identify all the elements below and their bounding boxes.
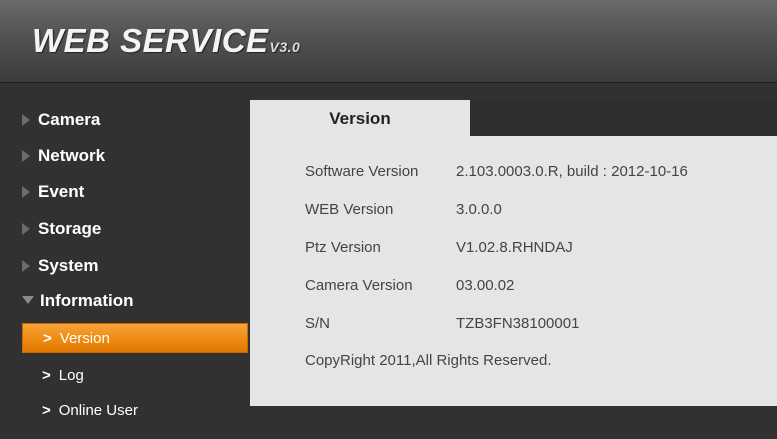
logo-version: V3.0	[269, 39, 301, 55]
triangle-right-icon	[22, 222, 30, 235]
sidebar-item-system[interactable]: System	[22, 252, 242, 280]
triangle-right-icon	[22, 259, 30, 272]
info-value: 03.00.02	[456, 277, 515, 294]
info-row-camera-version: Camera Version 03.00.02	[305, 277, 514, 294]
sidebar-item-label: Information	[40, 291, 134, 310]
info-row-serial-number: S/N TZB3FN38100001	[305, 315, 579, 332]
sidebar-subitem-version[interactable]: > Version	[22, 323, 248, 353]
info-value: 2.103.0003.0.R, build : 2012-10-16	[456, 163, 688, 180]
sidebar-subitem-online-user[interactable]: > Online User	[22, 396, 248, 426]
info-row-ptz-version: Ptz Version V1.02.8.RHNDAJ	[305, 239, 573, 256]
sidebar-item-event[interactable]: Event	[22, 178, 242, 206]
info-value: V1.02.8.RHNDAJ	[456, 239, 573, 256]
info-value: 3.0.0.0	[456, 201, 502, 218]
triangle-down-icon	[22, 295, 34, 304]
chevron-right-icon: >	[42, 367, 51, 384]
sidebar-item-label: Storage	[38, 219, 102, 238]
tab-version[interactable]: Version	[250, 100, 470, 136]
triangle-right-icon	[22, 185, 30, 198]
info-row-software-version: Software Version 2.103.0003.0.R, build :…	[305, 163, 688, 180]
info-label: WEB Version	[305, 201, 394, 218]
tab-bar	[470, 100, 777, 136]
header-bar: WEB SERVICEV3.0	[0, 0, 777, 83]
logo-text: WEB SERVICE	[32, 22, 269, 59]
sidebar-item-label: Event	[38, 182, 85, 201]
app-logo: WEB SERVICEV3.0	[32, 22, 300, 60]
triangle-right-icon	[22, 149, 30, 162]
copyright-text: CopyRight 2011,All Rights Reserved.	[305, 352, 552, 369]
info-label: Ptz Version	[305, 239, 381, 256]
info-row-web-version: WEB Version 3.0.0.0	[305, 201, 502, 218]
sidebar-item-camera[interactable]: Camera	[22, 106, 242, 134]
info-value: TZB3FN38100001	[456, 315, 580, 332]
sidebar-subitem-label: Log	[58, 367, 84, 384]
info-label: S/N	[305, 315, 331, 332]
sidebar-item-label: System	[38, 256, 99, 275]
sidebar-subitem-log[interactable]: > Log	[22, 361, 248, 391]
sidebar-item-label: Network	[38, 146, 106, 165]
sidebar-item-label: Camera	[38, 110, 101, 129]
chevron-right-icon: >	[43, 330, 52, 347]
chevron-right-icon: >	[42, 402, 51, 419]
sidebar-subitem-label: Version	[59, 330, 110, 347]
info-label: Camera Version	[305, 277, 413, 294]
info-label: Software Version	[305, 163, 419, 180]
sidebar-item-information[interactable]: Information	[22, 287, 242, 315]
sidebar-item-storage[interactable]: Storage	[22, 215, 242, 243]
sidebar-subitem-label: Online User	[58, 402, 138, 419]
triangle-right-icon	[22, 113, 30, 126]
sidebar-item-network[interactable]: Network	[22, 142, 242, 170]
